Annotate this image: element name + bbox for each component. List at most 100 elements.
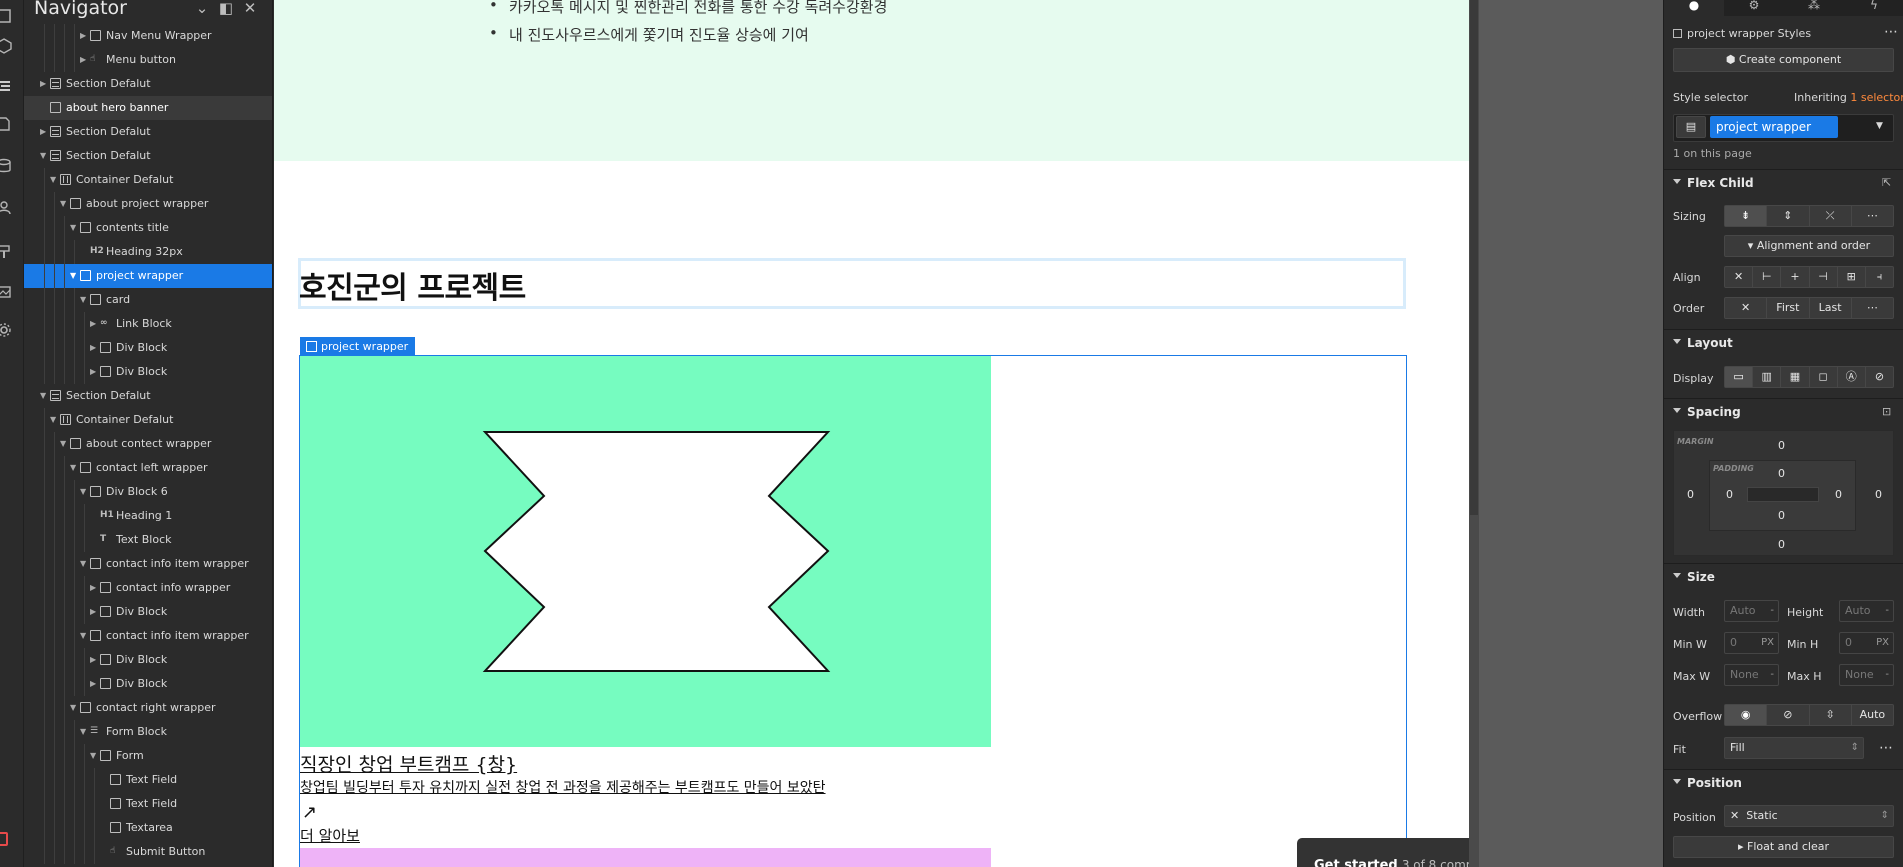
fit-select[interactable]: Fill ⇕ — [1724, 737, 1864, 759]
width-input[interactable]: Auto - — [1724, 600, 1779, 622]
align-none-icon[interactable]: ✕ — [1725, 267, 1754, 287]
navigator-item[interactable]: ▼ contents title — [24, 216, 272, 240]
navigator-item[interactable]: T Text Block — [24, 528, 272, 552]
settings-tab-gear-icon[interactable]: ⚙ — [1724, 0, 1784, 16]
caret-right-icon[interactable]: ▶ — [40, 120, 50, 144]
caret-down-icon[interactable]: ▼ — [80, 288, 90, 312]
dock-panel-icon[interactable]: ◧ — [218, 1, 234, 17]
order-last-button[interactable]: Last — [1810, 298, 1852, 318]
navigator-item[interactable]: ▶ Nav Menu Wrapper — [24, 24, 272, 48]
display-inline-icon[interactable]: Ⓐ — [1838, 367, 1866, 387]
caret-right-icon[interactable]: ▶ — [90, 360, 100, 384]
navigator-item[interactable]: ▶ Div Block — [24, 336, 272, 360]
navigator-icon[interactable] — [0, 78, 12, 94]
flex-child-expand-icon[interactable]: ⇱ — [1882, 176, 1891, 189]
navigator-item[interactable]: ▼ contact right wrapper — [24, 696, 272, 720]
navigator-item[interactable]: ▼ contact left wrapper — [24, 456, 272, 480]
flex-child-section-header[interactable]: Flex Child ⇱ — [1664, 169, 1903, 197]
selector-dropdown-chevron-icon[interactable]: ▼ — [1876, 121, 1883, 131]
order-none-icon[interactable]: ✕ — [1725, 298, 1768, 318]
caret-down-icon[interactable]: ▼ — [60, 192, 70, 216]
align-end-icon[interactable]: ⊣ — [1810, 267, 1838, 287]
card-title-link[interactable]: 직장인 창업 부트캠프 {창} — [300, 750, 517, 777]
overflow-hidden-icon[interactable]: ⊘ — [1767, 705, 1810, 725]
sizing-none-icon[interactable]: ⤫ — [1810, 206, 1852, 226]
order-more-icon[interactable]: ⋯ — [1852, 298, 1893, 318]
navigator-item[interactable]: ▶ ☝ Menu button — [24, 48, 272, 72]
min-height-input[interactable]: 0 PX — [1839, 632, 1894, 654]
size-section-header[interactable]: Size — [1664, 563, 1903, 591]
padding-right-value[interactable]: 0 — [1835, 488, 1842, 501]
navigator-item[interactable]: H2 Heading 32px — [24, 240, 272, 264]
position-section-header[interactable]: Position — [1664, 769, 1903, 797]
settings-icon[interactable] — [0, 322, 12, 338]
navigator-item[interactable]: ▶ Div Block — [24, 672, 272, 696]
caret-right-icon[interactable]: ▶ — [80, 24, 90, 48]
max-width-input[interactable]: None - — [1724, 664, 1779, 686]
caret-down-icon[interactable]: ▼ — [80, 720, 90, 744]
learn-more-link[interactable]: 더 알아보 — [300, 825, 360, 846]
navigator-item[interactable]: ▼ Container Defalut — [24, 168, 272, 192]
navigator-item[interactable]: Textarea — [24, 816, 272, 840]
create-component-button[interactable]: ⬢ Create component — [1673, 48, 1894, 72]
margin-bottom-value[interactable]: 0 — [1778, 538, 1785, 551]
overflow-visible-eye-icon[interactable]: ◉ — [1725, 705, 1768, 725]
navigator-item[interactable]: ▼ Section Defalut — [24, 384, 272, 408]
pages-icon[interactable] — [0, 116, 12, 132]
audit-icon[interactable] — [0, 832, 8, 846]
navigator-item[interactable]: ▼ about project wrapper — [24, 192, 272, 216]
canvas-scrollbar-thumb[interactable] — [1470, 0, 1478, 515]
padding-top-value[interactable]: 0 — [1778, 467, 1785, 480]
caret-right-icon[interactable]: ▶ — [90, 648, 100, 672]
margin-top-value[interactable]: 0 — [1778, 439, 1785, 452]
min-width-input[interactable]: 0 PX — [1724, 632, 1779, 654]
close-icon[interactable]: ✕ — [242, 1, 258, 17]
navigator-item[interactable]: ▼ Div Block 6 — [24, 480, 272, 504]
navigator-item[interactable]: ▶ Section Defalut — [24, 120, 272, 144]
display-block-icon[interactable]: ▭ — [1725, 367, 1754, 387]
order-first-button[interactable]: First — [1767, 298, 1810, 318]
caret-down-icon[interactable]: ▼ — [70, 456, 80, 480]
min-width-unit[interactable]: PX — [1761, 633, 1774, 653]
sizing-grow-icon[interactable]: ⇕ — [1767, 206, 1810, 226]
padding-left-value[interactable]: 0 — [1726, 488, 1733, 501]
navigator-item[interactable]: H1 Heading 1 — [24, 504, 272, 528]
height-input[interactable]: Auto - — [1839, 600, 1894, 622]
align-stretch-icon[interactable]: ⊞ — [1838, 267, 1866, 287]
caret-down-icon[interactable]: ▼ — [90, 744, 100, 768]
sizing-shrink-icon[interactable]: ⇟ — [1725, 206, 1768, 226]
selected-element-tag[interactable]: project wrapper — [300, 337, 416, 356]
caret-down-icon[interactable]: ▼ — [40, 144, 50, 168]
navigator-item[interactable]: ▼ Section Defalut — [24, 144, 272, 168]
fit-more-icon[interactable]: ⋯ — [1879, 740, 1893, 756]
navigator-item[interactable]: ▼ Form — [24, 744, 272, 768]
align-start-icon[interactable]: ⊢ — [1753, 267, 1782, 287]
more-options-icon[interactable]: ⋯ — [1884, 24, 1898, 40]
alignment-and-order-button[interactable]: ▾ Alignment and order — [1724, 235, 1894, 257]
caret-right-icon[interactable]: ▶ — [80, 48, 90, 72]
display-flex-icon[interactable]: ▥ — [1753, 367, 1782, 387]
users-icon[interactable] — [0, 200, 12, 216]
caret-right-icon[interactable]: ▶ — [90, 312, 100, 336]
selector-chip[interactable]: project wrapper — [1710, 116, 1838, 138]
max-height-input[interactable]: None - — [1839, 664, 1894, 686]
navigator-item[interactable]: ▼ card — [24, 288, 272, 312]
caret-right-icon[interactable]: ▶ — [90, 672, 100, 696]
caret-right-icon[interactable]: ▶ — [40, 72, 50, 96]
float-and-clear-button[interactable]: ▸ Float and clear — [1673, 836, 1894, 858]
cms-icon[interactable] — [0, 158, 12, 174]
card-image[interactable] — [300, 356, 991, 747]
add-elements-icon[interactable] — [0, 8, 12, 24]
display-none-icon[interactable]: ⊘ — [1866, 367, 1893, 387]
second-card-image[interactable] — [300, 848, 991, 867]
get-started-widget[interactable]: Get started 3 of 8 complete — [1297, 838, 1469, 867]
caret-down-icon[interactable]: ▼ — [70, 216, 80, 240]
caret-down-icon[interactable]: ▼ — [80, 480, 90, 504]
caret-down-icon[interactable]: ▼ — [70, 696, 80, 720]
inheriting-selector-link[interactable]: 1 selector — [1850, 91, 1903, 104]
assets-icon[interactable] — [0, 284, 12, 300]
caret-right-icon[interactable]: ▶ — [90, 576, 100, 600]
interactions-tab-icon[interactable]: ⁂ — [1784, 0, 1844, 16]
spacing-section-header[interactable]: Spacing ⊡ — [1664, 398, 1903, 426]
margin-right-value[interactable]: 0 — [1875, 488, 1882, 501]
